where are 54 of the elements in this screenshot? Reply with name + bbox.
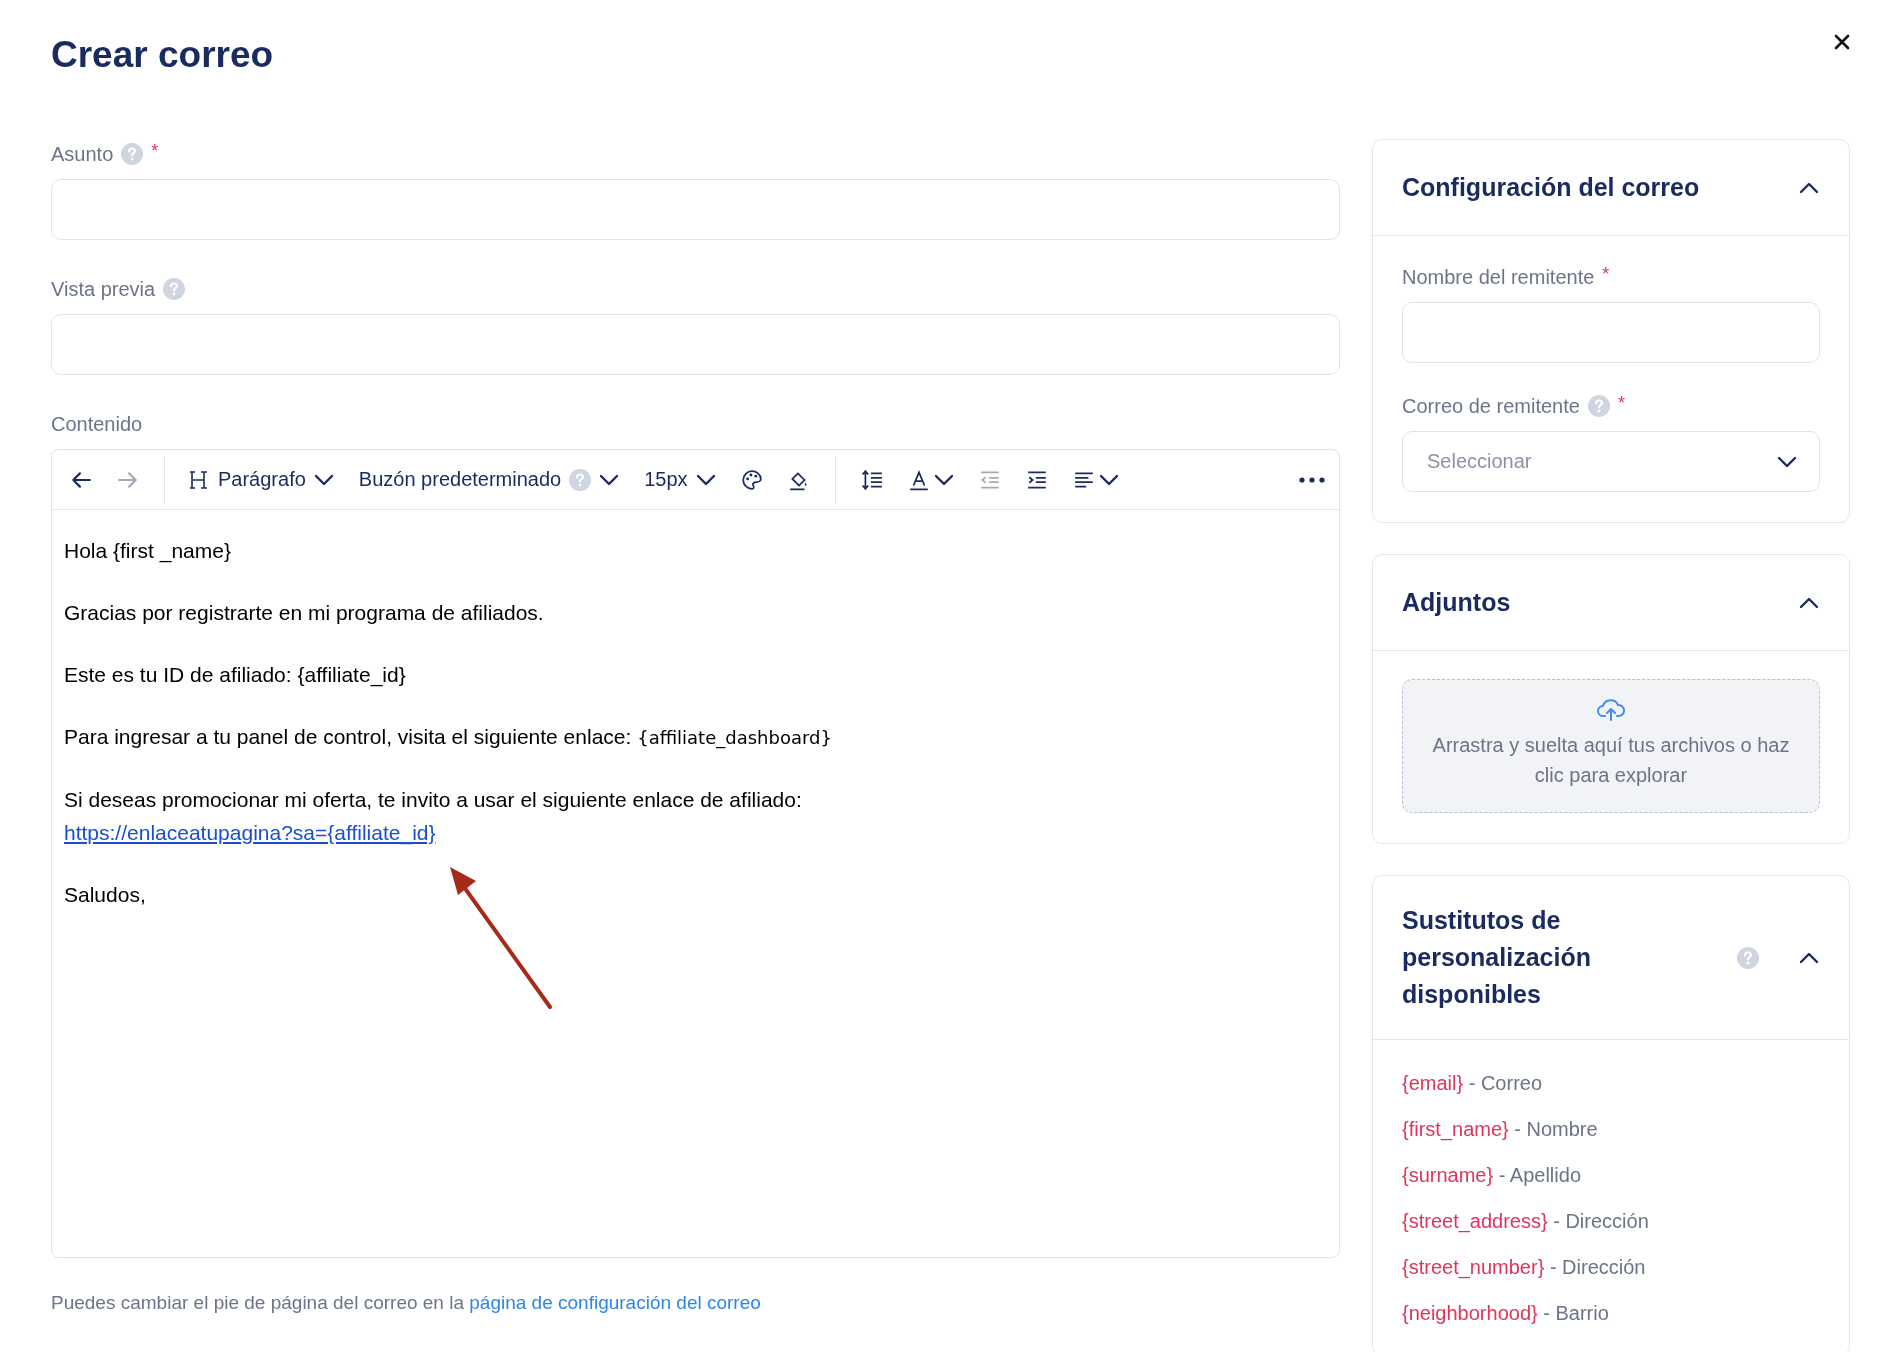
affiliate-link[interactable]: https://enlaceatupagina?sa={affiliate_id}	[64, 821, 436, 844]
field-label: Vista previa	[51, 277, 156, 301]
placeholder-item[interactable]: {street_number} - Dirección	[1402, 1256, 1820, 1279]
email-paragraph: Este es tu ID de afiliado: {affiliate_id}	[64, 662, 407, 689]
heading-icon	[190, 469, 208, 490]
field-label: Asunto	[51, 142, 114, 166]
palette-icon[interactable]	[740, 468, 763, 491]
heading-dropdown[interactable]: Parágrafo	[190, 468, 334, 491]
panel-title: Configuración del correo	[1402, 172, 1700, 203]
placeholder-item[interactable]: {neighborhood} - Barrio	[1402, 1302, 1820, 1325]
dropzone[interactable]: Arrastra y suelta aquí tus archivos o haz clic para explorar	[1402, 679, 1820, 813]
placeholder-item[interactable]: {surname} - Apellido	[1402, 1164, 1820, 1187]
panel-title: Sustitutos de personalización disponibles	[1402, 905, 1592, 1010]
dialog-title: Crear correo	[51, 34, 274, 76]
required-mark: *	[1617, 393, 1625, 414]
chevron-up-icon[interactable]	[1799, 951, 1819, 964]
required-mark: *	[1602, 264, 1610, 285]
text-field[interactable]	[51, 314, 1340, 375]
footer-note: Puedes cambiar el pie de página del correo en la página de configuración del correo	[51, 1292, 762, 1314]
chevron-down-icon[interactable]	[1777, 455, 1797, 468]
text-field[interactable]	[1402, 302, 1820, 363]
more-icon[interactable]	[1299, 476, 1325, 483]
chevron-up-icon[interactable]	[1799, 181, 1819, 194]
dropzone-text: Arrastra y suelta aquí tus archivos o haz clic para explorar	[1431, 733, 1791, 788]
email-paragraph: Si deseas promocionar mi oferta, te invito a usar el siguiente enlace de afiliado: https://enlaceatupagina?sa={affiliate_id}	[64, 787, 803, 847]
placeholder-item[interactable]: {first_name} - Nombre	[1402, 1118, 1820, 1141]
email-paragraph: Saludos,	[64, 882, 147, 908]
indent-icon[interactable]	[1025, 468, 1048, 491]
text-color-icon	[907, 468, 930, 491]
close-icon[interactable]	[1834, 34, 1850, 50]
email-paragraph: Gracias por registrarte en mi programa de afiliados.	[64, 600, 545, 626]
text-color-dropdown[interactable]	[907, 468, 954, 491]
settings-link[interactable]: página de configuración del correo	[469, 1292, 761, 1313]
font-dropdown[interactable]: Buzón predeterminado	[358, 468, 620, 491]
field-label: Contenido	[51, 412, 143, 436]
cloud-upload-icon	[1597, 698, 1625, 722]
panel-title: Adjuntos	[1402, 587, 1511, 618]
field-label: Correo de remitente	[1402, 394, 1580, 418]
field-label: Nombre del remitente	[1402, 265, 1595, 289]
placeholder-item[interactable]: {email} - Correo	[1402, 1072, 1820, 1095]
chevron-down-icon[interactable]	[1098, 473, 1119, 486]
chevron-down-icon[interactable]	[933, 473, 954, 486]
font-size-dropdown[interactable]: 15px	[644, 468, 716, 491]
select-field[interactable]: Seleccionar	[1402, 431, 1820, 492]
email-paragraph: Hola {first _name}	[64, 538, 232, 565]
required-mark: *	[151, 141, 159, 162]
chevron-down-icon[interactable]	[313, 473, 334, 486]
text-field[interactable]	[51, 179, 1340, 240]
placeholder-item[interactable]: {street_address} - Dirección	[1402, 1210, 1820, 1233]
chevron-down-icon[interactable]	[599, 473, 620, 486]
email-paragraph: Para ingresar a tu panel de control, visita el siguiente enlace: {affiliate_dashboard}	[64, 724, 833, 751]
chevron-down-icon[interactable]	[695, 473, 716, 486]
chevron-up-icon[interactable]	[1799, 596, 1819, 609]
line-height-icon[interactable]	[860, 468, 883, 491]
